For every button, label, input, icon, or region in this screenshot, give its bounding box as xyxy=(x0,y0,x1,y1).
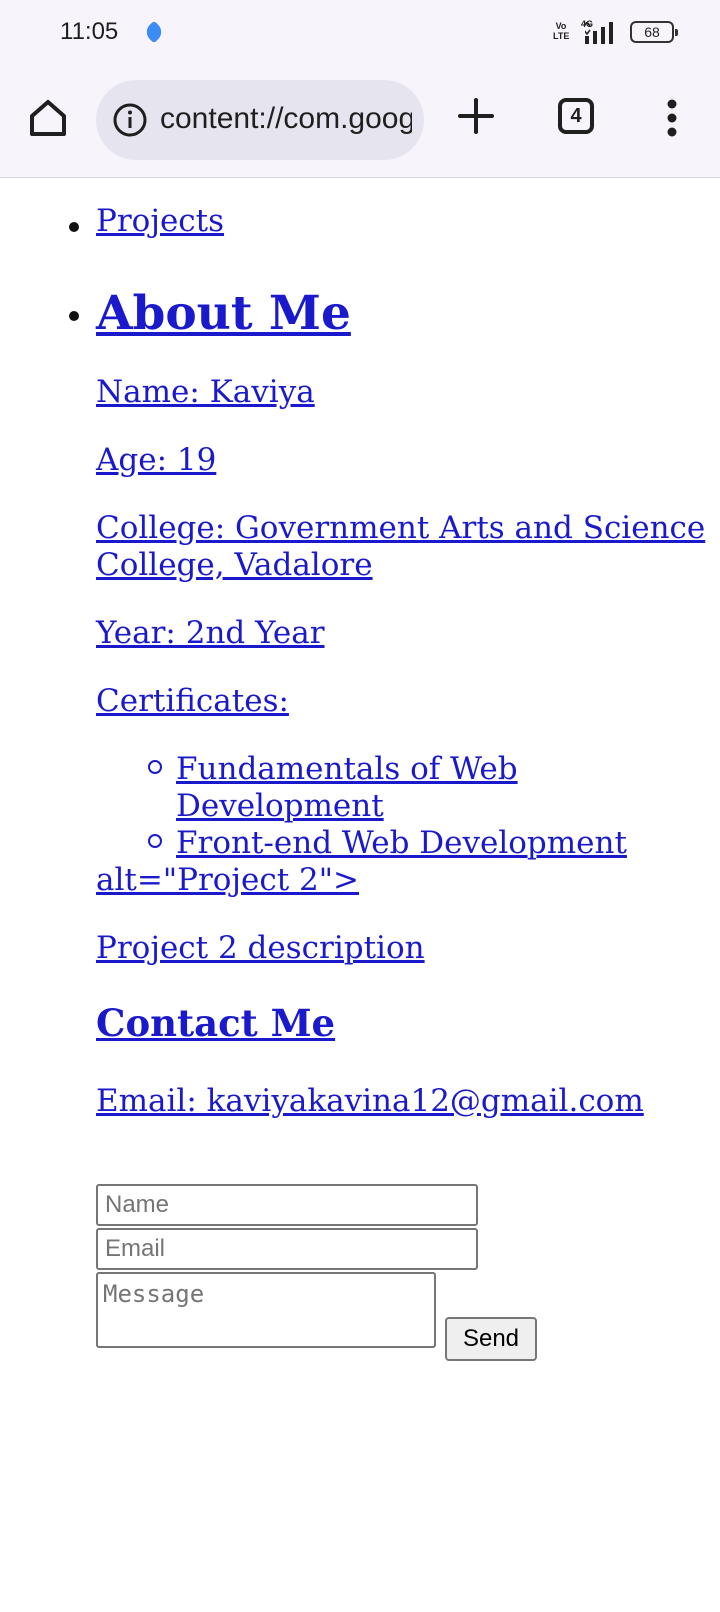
sublist-bullet xyxy=(148,760,162,774)
url-text[interactable]: content://com.google.android.apps.nbu.fi… xyxy=(160,102,412,136)
more-menu-icon[interactable] xyxy=(656,94,688,142)
volte-icon: Vo LTE xyxy=(553,21,570,41)
contact-email[interactable]: Email: kaviyakavina12@gmail.com xyxy=(96,1082,644,1120)
sublist-bullet xyxy=(148,834,162,848)
stray-alt-text[interactable]: alt="Project 2"> xyxy=(96,861,359,899)
certificate-item-2[interactable]: Front-end Web Development xyxy=(176,824,627,862)
address-bar[interactable]: content://com.google.android.apps.nbu.fi… xyxy=(96,80,424,160)
contact-heading-link[interactable]: Contact Me xyxy=(96,1001,335,1045)
about-college-line2[interactable]: College, Vadalore xyxy=(96,546,373,584)
tab-switcher-button[interactable]: 4 xyxy=(558,98,594,134)
certificate-item-1-line1[interactable]: Fundamentals of Web xyxy=(176,750,518,788)
status-bar: 11:05 Vo LTE 4G 68 xyxy=(0,0,720,64)
about-heading-link[interactable]: About Me xyxy=(96,286,351,342)
about-age[interactable]: Age: 19 xyxy=(96,441,216,479)
list-bullet xyxy=(69,222,79,232)
project-description[interactable]: Project 2 description xyxy=(96,929,425,967)
about-college-line1[interactable]: College: Government Arts and Science xyxy=(96,509,705,547)
list-bullet xyxy=(69,311,79,321)
browser-toolbar: content://com.google.android.apps.nbu.fi… xyxy=(0,64,720,178)
about-year[interactable]: Year: 2nd Year xyxy=(96,614,325,652)
signal-icon xyxy=(585,22,613,44)
app-notification-icon xyxy=(142,20,166,44)
home-icon[interactable] xyxy=(24,94,72,142)
send-button[interactable]: Send xyxy=(445,1317,537,1361)
projects-link[interactable]: Projects xyxy=(96,202,224,240)
site-info-icon[interactable] xyxy=(112,102,148,138)
about-name[interactable]: Name: Kaviya xyxy=(96,373,315,411)
certificates-label[interactable]: Certificates: xyxy=(96,682,289,720)
name-input[interactable]: Name xyxy=(96,1184,478,1226)
message-textarea[interactable]: Message xyxy=(96,1272,436,1348)
certificate-item-1-line2[interactable]: Development xyxy=(176,787,384,825)
status-time: 11:05 xyxy=(60,18,119,45)
battery-icon: 68 xyxy=(630,21,678,43)
new-tab-icon[interactable] xyxy=(454,94,498,138)
battery-level: 68 xyxy=(644,24,660,40)
email-input[interactable]: Email xyxy=(96,1228,478,1270)
